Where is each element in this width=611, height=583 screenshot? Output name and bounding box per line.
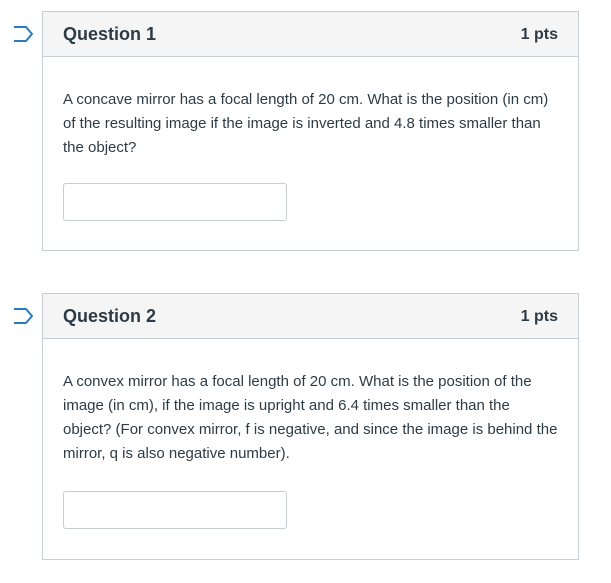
question-card-1: Question 1 1 pts A concave mirror has a … bbox=[42, 11, 579, 251]
question-points: 1 pts bbox=[520, 26, 558, 43]
question-header: Question 2 1 pts bbox=[43, 294, 578, 339]
question-title: Question 1 bbox=[63, 24, 157, 44]
flag-question-icon[interactable] bbox=[12, 307, 34, 325]
question-card-2: Question 2 1 pts A convex mirror has a f… bbox=[42, 293, 579, 560]
question-text: A convex mirror has a focal length of 20… bbox=[63, 373, 558, 462]
question-header: Question 1 1 pts bbox=[43, 12, 578, 57]
question-body: A convex mirror has a focal length of 20… bbox=[43, 339, 578, 466]
question-title: Question 2 bbox=[63, 306, 157, 326]
question-text: A concave mirror has a focal length of 2… bbox=[63, 91, 549, 156]
answer-input[interactable] bbox=[63, 183, 287, 221]
flag-question-icon[interactable] bbox=[12, 25, 34, 43]
question-points: 1 pts bbox=[520, 308, 558, 325]
question-body: A concave mirror has a focal length of 2… bbox=[43, 57, 578, 160]
answer-input[interactable] bbox=[63, 491, 287, 529]
